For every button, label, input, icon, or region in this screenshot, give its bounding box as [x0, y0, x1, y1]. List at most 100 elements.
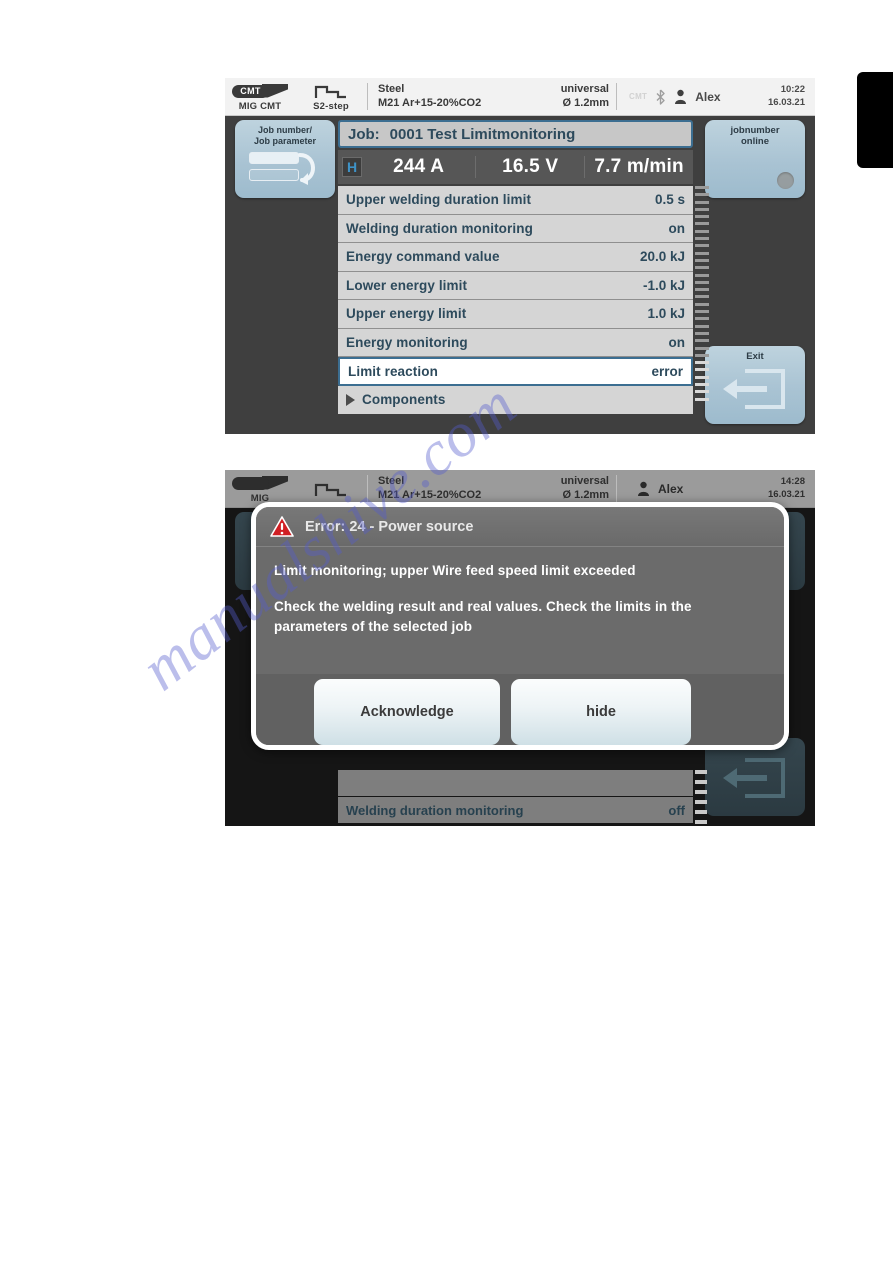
characteristic-name: universal	[560, 82, 609, 95]
date-text: 16.03.21	[768, 488, 805, 500]
parameter-value: 20.0 kJ	[639, 249, 685, 265]
parameter-row[interactable]: Energy monitoring on	[338, 328, 693, 357]
process-mode-label: MIG CMT	[238, 100, 282, 112]
live-values-strip: H 244 A 16.5 V 7.7 m/min	[338, 150, 693, 184]
parameter-row[interactable]: Lower energy limit -1.0 kJ	[338, 271, 693, 300]
process-mode-indicator[interactable]: CMT MIG CMT	[225, 78, 295, 115]
material-info[interactable]: Steel M21 Ar+15-20%CO2	[368, 78, 520, 115]
exit-arrow-icon	[705, 363, 805, 413]
warning-triangle-icon	[270, 515, 294, 537]
softkey-online-label-2: online	[741, 136, 769, 148]
status-header: CMT MIG CMT S2-step Steel M21 Ar+15-20%C…	[225, 78, 815, 116]
wire-diameter: Ø 1.2mm	[562, 96, 609, 109]
job-title-bar[interactable]: Job: 0001 Test Limitmonitoring	[338, 120, 693, 148]
header-icon-group: CMT Alex	[617, 78, 768, 115]
clock-display: 14:28 16.03.21	[768, 470, 815, 507]
parameter-value: -1.0 kJ	[642, 277, 685, 293]
softkey-online-label-1: jobnumber	[730, 125, 780, 136]
parameter-list: Upper welding duration limit 0.5 s Weldi…	[338, 186, 693, 414]
cmt-badge-text	[232, 476, 269, 490]
parameter-name: Limit reaction	[348, 363, 438, 379]
value-wire-speed: 7.7 m/min	[594, 156, 684, 177]
wire-info[interactable]: universal Ø 1.2mm	[520, 78, 616, 115]
parameter-name: Energy command value	[346, 249, 500, 265]
parameter-value: on	[668, 220, 686, 236]
parameter-group-components[interactable]: Components	[338, 385, 693, 414]
welding-screen-error: MIG Steel M21 Ar+15-20%CO2 universal Ø 1…	[225, 470, 815, 826]
background-parameter-row[interactable]	[338, 770, 693, 796]
wire-diameter: Ø 1.2mm	[562, 488, 609, 501]
date-text: 16.03.21	[768, 96, 805, 108]
parameter-name: Energy monitoring	[346, 334, 468, 350]
triangle-right-icon	[346, 393, 355, 406]
softkey-exit[interactable]: Exit	[705, 346, 805, 424]
clock-display: 10:22 16.03.21	[768, 78, 815, 115]
characteristic-name: universal	[560, 474, 609, 487]
parameter-name: Lower energy limit	[346, 277, 468, 293]
parameter-name: Welding duration monitoring	[346, 802, 524, 818]
job-label: Job:	[348, 125, 380, 143]
job-switch-icon	[235, 150, 335, 188]
value-voltage: 16.5 V	[502, 156, 559, 177]
person-icon	[638, 481, 649, 496]
background-parameter-row[interactable]: Welding duration monitoring off	[338, 797, 693, 823]
operating-mode-label: S2-step	[313, 101, 349, 112]
welding-screen-parameters: CMT MIG CMT S2-step Steel M21 Ar+15-20%C…	[225, 78, 815, 434]
operating-mode-indicator[interactable]: S2-step	[295, 78, 367, 115]
person-icon	[675, 89, 687, 104]
status-dot-icon	[777, 172, 794, 189]
parameter-name: Upper welding duration limit	[346, 192, 532, 208]
cmt-badge-text: CMT	[232, 84, 269, 98]
parameter-value: 1.0 kJ	[647, 306, 685, 322]
parameter-row[interactable]: Upper energy limit 1.0 kJ	[338, 300, 693, 329]
parameter-value: 0.5 s	[654, 192, 685, 208]
gas-name: M21 Ar+15-20%CO2	[378, 488, 482, 501]
job-value: 0001 Test Limitmonitoring	[389, 125, 576, 143]
parameter-group-name: Components	[362, 392, 446, 408]
error-dialog-titlebar: Error: 24 - Power source	[256, 507, 784, 547]
acknowledge-button[interactable]: Acknowledge	[314, 679, 500, 745]
parameter-name: Upper energy limit	[346, 306, 467, 322]
parameter-row-selected[interactable]: Limit reaction error	[338, 357, 693, 386]
softkey-exit-label: Exit	[746, 351, 764, 362]
user-name: Alex	[695, 89, 721, 104]
cmt-logo-icon	[232, 475, 288, 491]
parameter-value: on	[668, 334, 686, 350]
softkey-job-label-1: Job number/	[257, 125, 312, 135]
switch-arrow-icon	[298, 152, 315, 185]
time-text: 14:28	[780, 476, 805, 488]
parameter-row[interactable]: Welding duration monitoring on	[338, 214, 693, 243]
cmt-logo-icon: CMT	[232, 83, 288, 99]
hold-indicator-letter: H	[346, 159, 358, 175]
material-name: Steel	[378, 82, 405, 95]
parameter-value: off	[668, 802, 685, 818]
cmt-inactive-icon: CMT	[629, 92, 648, 101]
parameter-name: Welding duration monitoring	[346, 220, 533, 236]
time-text: 10:22	[780, 84, 805, 96]
hide-button[interactable]: hide	[511, 679, 691, 745]
parameter-row[interactable]: Upper welding duration limit 0.5 s	[338, 186, 693, 215]
parameter-row[interactable]: Energy command value 20.0 kJ	[338, 243, 693, 272]
user-name: Alex	[658, 481, 684, 496]
error-dialog-footer: Acknowledge hide	[256, 674, 784, 745]
s2-step-icon	[314, 85, 346, 99]
error-dialog-title: Error: 24 - Power source	[305, 518, 474, 535]
background-scrollbar[interactable]	[695, 770, 707, 824]
bluetooth-icon	[656, 89, 665, 105]
material-name: Steel	[378, 474, 405, 487]
softkey-job-label-2: Job parameter	[253, 135, 317, 146]
page-marker-tab	[857, 72, 893, 168]
error-message-primary: Limit monitoring; upper Wire feed speed …	[274, 563, 636, 578]
softkey-job-number-parameter[interactable]: Job number/ Job parameter	[235, 120, 335, 198]
hold-indicator-icon: H	[342, 157, 362, 177]
list-scrollbar[interactable]	[695, 186, 709, 401]
parameter-value: error	[651, 363, 683, 379]
error-dialog-body: Limit monitoring; upper Wire feed speed …	[256, 547, 784, 680]
gas-name: M21 Ar+15-20%CO2	[378, 96, 482, 109]
error-message-secondary: Check the welding result and real values…	[274, 599, 692, 634]
softkey-jobnumber-online[interactable]: jobnumber online	[705, 120, 805, 198]
value-current: 244 A	[393, 156, 445, 177]
exit-arrow-icon	[705, 752, 805, 802]
s2-step-icon	[314, 483, 346, 496]
error-dialog: Error: 24 - Power source Limit monitorin…	[251, 502, 789, 750]
